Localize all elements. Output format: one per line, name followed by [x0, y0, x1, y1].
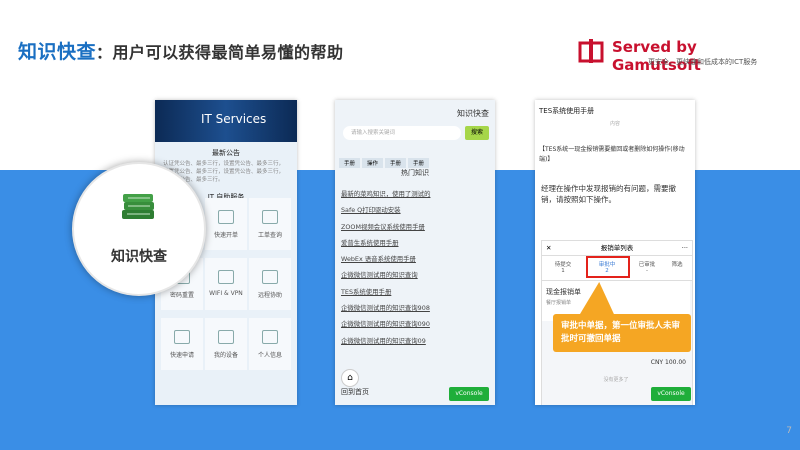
knowledge-list: 最新的菜鸡知识，使用了测试的 Safe Q打印驱动安装 ZOOM视频会议系统使用… [341, 186, 491, 349]
knowledge-link[interactable]: WebEx 语音系统使用手册 [341, 251, 491, 267]
gamutsoft-logo: Served by Gamutsoft 更安全、更快速和低成本的ICT服务 [578, 36, 778, 76]
tile-remote-assist[interactable]: 远程协助 [249, 258, 291, 310]
logo-tagline: 更安全、更快速和低成本的ICT服务 [648, 58, 758, 66]
ticket-icon [218, 210, 234, 224]
tab-approved[interactable]: 已审批 - [630, 260, 664, 274]
search-button[interactable]: 搜索 [465, 126, 489, 140]
logo-text: Served by Gamutsoft [612, 38, 701, 74]
search-input[interactable]: 请输入搜索关键词 [343, 126, 461, 140]
it-services-banner: IT Services [155, 100, 297, 142]
expense-amount: CNY 100.00 [650, 359, 686, 366]
knowledge-link[interactable]: 企微微信测试用的知识查询 [341, 267, 491, 283]
knowledge-link[interactable]: ZOOM视频会议系统使用手册 [341, 219, 491, 235]
expense-tabs: 待提交 1 审批中 2 已审批 - 筛选 [542, 256, 692, 281]
phone-screen-manual: TES系统使用手册 内容 【TES系统一现金报销需要撤回或者删除如何操作(移动端… [535, 100, 695, 405]
banner-text: IT Services [201, 112, 267, 126]
title-colon: ： [96, 43, 113, 62]
books-icon [122, 194, 154, 219]
device-icon [218, 330, 234, 344]
tag-row: 手册 操作 手册 手册 [339, 150, 431, 169]
phone-screen-knowledge: 知识快查 请输入搜索关键词 搜索 手册 操作 手册 手册 热门知识 最新的菜鸡知识，使… [335, 100, 495, 405]
manual-header: TES系统使用手册 [539, 107, 595, 115]
tag-item[interactable]: 操作 [362, 158, 384, 168]
page-title: 知识快查：用户可以获得最简单易懂的帮助 [18, 37, 344, 64]
monitor-icon [262, 270, 278, 284]
title-subtitle: 用户可以获得最简单易懂的帮助 [112, 43, 344, 62]
notice-title: 最新公告 [212, 149, 240, 157]
close-icon[interactable]: ✕ [546, 241, 551, 255]
document-icon [262, 210, 278, 224]
tile-ticket-query[interactable]: 工单查询 [249, 198, 291, 250]
zoom-label: 知识快查 [111, 249, 167, 265]
manual-instruction: 经理在操作中发现报销的有问题，需要撤销，请按照如下操作。 [541, 184, 676, 204]
knowledge-link[interactable]: 最新的菜鸡知识，使用了测试的 [341, 186, 491, 202]
manual-topic: 【TES系统一现金报销需要撤回或者删除如何操作(移动端)】 [539, 146, 685, 163]
request-icon [174, 330, 190, 344]
vconsole-button[interactable]: vConsole [651, 387, 691, 401]
more-icon[interactable]: ··· [682, 241, 688, 255]
tab-pending-submit[interactable]: 待提交 1 [546, 260, 580, 274]
page-number: 7 [786, 426, 792, 436]
tag-item[interactable]: 手册 [385, 158, 407, 168]
title-main: 知识快查 [18, 41, 97, 63]
expense-list-bar: ✕ 报销单列表 ··· [542, 241, 692, 256]
callout-note: 审批中单据，第一位审批人未审批时可撤回单据 [553, 314, 691, 352]
wifi-icon [218, 270, 234, 284]
tag-item[interactable]: 手册 [408, 158, 430, 168]
gamutsoft-mark-icon [578, 39, 604, 63]
tag-item[interactable]: 手册 [339, 158, 361, 168]
expense-list-title: 报销单列表 [600, 244, 634, 252]
highlight-box [586, 256, 630, 278]
no-more-text: 没有更多了 [603, 377, 629, 383]
knowledge-link[interactable]: 企微微信测试用的知识查询09 [341, 333, 491, 349]
tile-wifi-vpn[interactable]: WIFI & VPN [205, 258, 247, 310]
hot-knowledge-title: 热门知识 [401, 169, 429, 177]
tab-filter[interactable]: 筛选 [660, 260, 694, 268]
home-icon[interactable]: ⌂ [341, 369, 359, 387]
knowledge-link[interactable]: TES系统使用手册 [341, 284, 491, 300]
user-icon [262, 330, 278, 344]
manual-subheader: 内容 [609, 121, 620, 127]
back-home-link[interactable]: 回到首页 [341, 387, 369, 397]
zoom-knowledge-tile[interactable]: 知识快查 [72, 162, 206, 296]
tile-quick-request[interactable]: 快速申请 [161, 318, 203, 370]
knowledge-link[interactable]: Safe Q打印驱动安装 [341, 202, 491, 218]
knowledge-link[interactable]: 企微微信测试用的知识查询908 [341, 300, 491, 316]
knowledge-header: 知识快查 [457, 109, 489, 118]
knowledge-link[interactable]: 爱普生系统使用手册 [341, 235, 491, 251]
knowledge-link[interactable]: 企微微信测试用的知识查询090 [341, 316, 491, 332]
tile-profile[interactable]: 个人信息 [249, 318, 291, 370]
vconsole-button[interactable]: vConsole [449, 387, 489, 401]
tile-my-devices[interactable]: 我的设备 [205, 318, 247, 370]
tile-quick-ticket[interactable]: 快速开单 [205, 198, 247, 250]
